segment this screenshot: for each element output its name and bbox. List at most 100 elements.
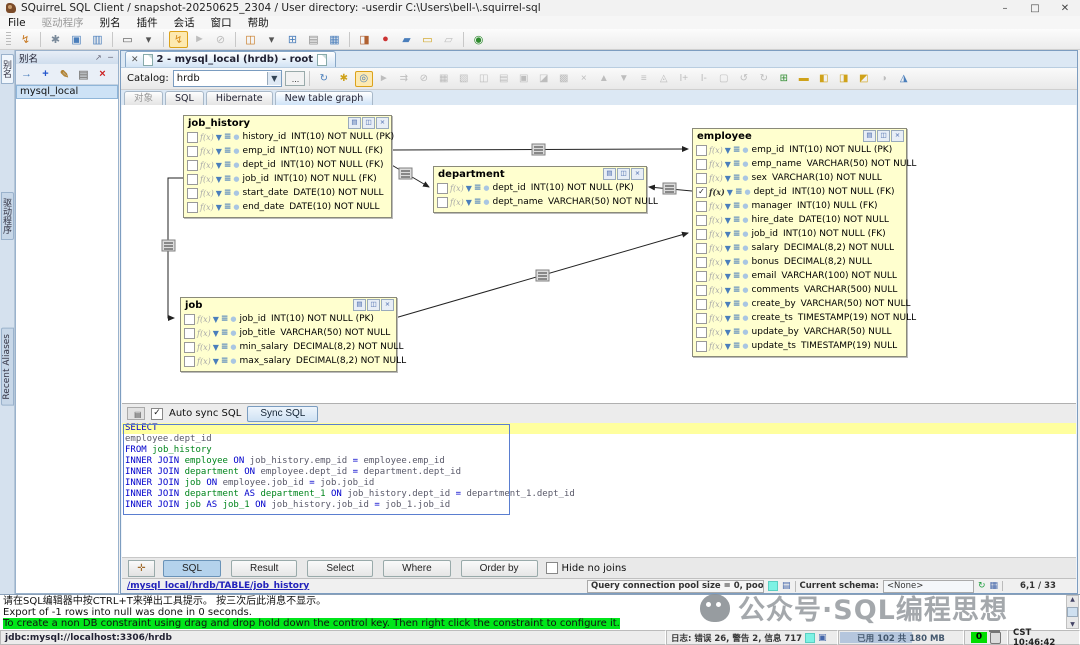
function-icon[interactable]: f(x): [709, 160, 723, 169]
filter-icon[interactable]: ▼: [216, 147, 222, 156]
dept_id[interactable]: ✓ f(x) ▼ ≡ ● dept_id INT(10) NOT NULL (P…: [434, 181, 646, 195]
table-path-link[interactable]: /mysql_local/hrdb/TABLE/job_history: [127, 581, 309, 591]
catalog-combobox[interactable]: hrdb ▼: [173, 70, 282, 87]
min_salary[interactable]: ✓ f(x) ▼ ≡ ● min_salary DECIMAL(8,2) NOT…: [181, 340, 396, 354]
refresh-schema-icon[interactable]: ↻: [978, 581, 986, 591]
log-list-icon[interactable]: ▤: [782, 581, 791, 591]
filter-icon[interactable]: ▼: [725, 314, 731, 323]
end_date[interactable]: ✓ f(x) ▼ ≡ ● end_date DATE(10) NOT NULL: [184, 200, 391, 214]
column-checkbox[interactable]: ✓: [184, 328, 195, 339]
reference-icon[interactable]: ≡: [733, 215, 741, 225]
filter-icon[interactable]: ▼: [213, 343, 219, 352]
session-properties-icon[interactable]: ◮: [895, 71, 913, 87]
filter-icon[interactable]: ▼: [216, 161, 222, 170]
reference-icon[interactable]: ≡: [221, 356, 229, 366]
emp_id[interactable]: ✓ f(x) ▼ ≡ ● emp_id INT(10) NOT NULL (PK…: [693, 143, 906, 157]
dept_id[interactable]: ✓ f(x) ▼ ≡ ● dept_id INT(10) NOT NULL (F…: [693, 185, 906, 199]
filter-icon[interactable]: ▼: [216, 133, 222, 142]
column-checkbox[interactable]: ✓: [696, 341, 707, 352]
hire_date[interactable]: ✓ f(x) ▼ ≡ ● hire_date DATE(10) NOT NULL: [693, 213, 906, 227]
add-alias-icon[interactable]: +: [37, 66, 54, 82]
reference-icon[interactable]: ≡: [224, 132, 232, 142]
start_date[interactable]: ✓ f(x) ▼ ≡ ● start_date DATE(10) NOT NUL…: [184, 186, 391, 200]
print-icon[interactable]: ▩: [555, 71, 573, 87]
graph-save-icon[interactable]: ◩: [855, 71, 873, 87]
function-icon[interactable]: f(x): [709, 216, 723, 225]
sql-line[interactable]: INNER JOIN department AS department_1 ON…: [122, 489, 1076, 500]
function-icon[interactable]: f(x): [709, 202, 723, 211]
column-checkbox[interactable]: ✓: [696, 215, 707, 226]
filter-icon[interactable]: ▼: [725, 342, 731, 351]
filter-icon[interactable]: ▼: [725, 174, 731, 183]
column-checkbox[interactable]: ✓: [184, 314, 195, 325]
column-checkbox[interactable]: ✓: [696, 327, 707, 338]
rollback-icon[interactable]: ●: [376, 31, 395, 48]
web-globe-icon[interactable]: ◉: [469, 31, 488, 48]
open-folder-icon[interactable]: ▭: [418, 31, 437, 48]
redo-icon[interactable]: ↻: [755, 71, 773, 87]
column-checkbox[interactable]: ✓: [696, 159, 707, 170]
collapse-sql-panel-button[interactable]: ▤: [127, 407, 145, 420]
memory-gauge[interactable]: 已用 102 共 180 MB: [838, 630, 964, 645]
menu-item[interactable]: 帮助: [240, 15, 277, 30]
catalog-star-icon[interactable]: ✱: [335, 71, 353, 87]
column-checkbox[interactable]: ✓: [437, 183, 448, 194]
column-checkbox[interactable]: ✓: [184, 342, 195, 353]
close-button[interactable]: ✕: [1050, 1, 1080, 16]
column-checkbox[interactable]: ✓: [696, 229, 707, 240]
function-icon[interactable]: f(x): [709, 272, 723, 281]
dock-vertical-tab[interactable]: 驱动程序: [1, 192, 14, 240]
log-viewer-icon[interactable]: ▣: [818, 633, 827, 643]
hide-no-joins-checkbox[interactable]: ✓: [546, 562, 558, 574]
bonus[interactable]: ✓ f(x) ▼ ≡ ● bonus DECIMAL(8,2) NULL: [693, 255, 906, 269]
column-checkbox[interactable]: ✓: [696, 285, 707, 296]
filter-icon[interactable]: ▼: [216, 203, 222, 212]
filter-icon[interactable]: ▼: [216, 189, 222, 198]
menu-item[interactable]: 别名: [92, 15, 129, 30]
dock-vertical-tab[interactable]: 别名: [1, 54, 14, 84]
reference-icon[interactable]: ≡: [733, 257, 741, 267]
detail-box-icon[interactable]: ▢: [715, 71, 733, 87]
reference-icon[interactable]: ≡: [733, 341, 741, 351]
comment-icon[interactable]: ▱: [439, 31, 458, 48]
function-icon[interactable]: f(x): [709, 314, 723, 323]
message-scrollbar[interactable]: ▲ ▼: [1066, 595, 1079, 629]
connect-to-alias-icon[interactable]: ↯: [16, 31, 35, 48]
mode-button[interactable]: Select: [307, 560, 373, 577]
menu-item[interactable]: 插件: [129, 15, 166, 30]
save-file-icon[interactable]: ▤: [495, 71, 513, 87]
function-icon[interactable]: f(x): [709, 230, 723, 239]
manager[interactable]: ✓ f(x) ▼ ≡ ● manager INT(10) NULL (FK): [693, 199, 906, 213]
reference-icon[interactable]: ≡: [733, 299, 741, 309]
auto-sync-checkbox[interactable]: ✓: [151, 408, 163, 420]
reference-icon[interactable]: ≡: [735, 187, 743, 197]
reference-icon[interactable]: ≡: [224, 188, 232, 198]
salary[interactable]: ✓ f(x) ▼ ≡ ● salary DECIMAL(8,2) NOT NUL…: [693, 241, 906, 255]
reference-icon[interactable]: ≡: [224, 146, 232, 156]
session-content-tab[interactable]: New table graph: [275, 91, 374, 105]
frame-zoom-icon[interactable]: ◫: [367, 299, 380, 311]
log-summary-cell[interactable]: 日志: 错误 26, 警告 2, 信息 717 ▣: [666, 630, 838, 645]
frame-mode-icon[interactable]: ▤: [353, 299, 366, 311]
run-icon[interactable]: ►: [190, 31, 209, 48]
copy-alias-icon[interactable]: ▤: [75, 66, 92, 82]
session-content-tab[interactable]: Hibernate: [206, 91, 273, 105]
frame-mode-icon[interactable]: ▤: [348, 117, 361, 129]
table-frame-department[interactable]: department ▤ ◫ × ✓ f(x) ▼ ≡ ● de: [433, 166, 647, 213]
update_ts[interactable]: ✓ f(x) ▼ ≡ ● update_ts TIMESTAMP(19) NUL…: [693, 339, 906, 353]
sql-history-icon[interactable]: ≡: [635, 71, 653, 87]
filter-icon[interactable]: ▼: [213, 329, 219, 338]
scroll-up-icon[interactable]: ▲: [1070, 596, 1075, 603]
function-icon[interactable]: f(x): [200, 175, 214, 184]
function-icon[interactable]: f(x): [709, 174, 723, 183]
column-checkbox[interactable]: ✓: [187, 132, 198, 143]
sync-sql-button[interactable]: Sync SQL: [247, 406, 318, 422]
save-icon[interactable]: ▦: [325, 31, 344, 48]
filter-icon[interactable]: ▼: [213, 315, 219, 324]
column-checkbox[interactable]: ✓: [696, 313, 707, 324]
reference-icon[interactable]: ≡: [224, 160, 232, 170]
sql-line[interactable]: INNER JOIN job AS job_1 ON job_history.j…: [122, 500, 1076, 511]
function-icon[interactable]: f(x): [450, 184, 464, 193]
function-icon[interactable]: f(x): [197, 343, 211, 352]
menu-item[interactable]: 驱动程序: [34, 15, 92, 30]
